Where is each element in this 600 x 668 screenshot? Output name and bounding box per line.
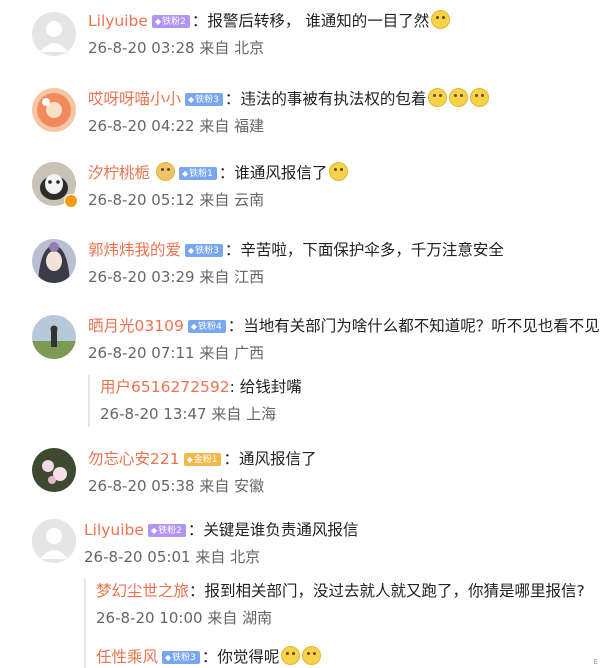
reply-username[interactable]: 梦幻尘世之旅	[96, 582, 189, 600]
reply-username[interactable]: 任性乘风	[96, 648, 158, 666]
reply-meta: 26-8-20 10:00 来自 湖南	[96, 609, 273, 627]
emoji-icon	[428, 88, 448, 107]
avatar[interactable]	[32, 448, 76, 492]
avatar[interactable]	[32, 239, 76, 283]
corner-mark: E	[593, 658, 598, 666]
avatar[interactable]	[32, 519, 76, 563]
emoji-icon	[302, 646, 322, 665]
comment-text: ：辛苦啦，下面保护伞多，千万注意安全	[224, 241, 504, 259]
avatar[interactable]	[32, 12, 76, 56]
username[interactable]: 汐柠桃栀	[88, 164, 150, 182]
comment-text: ：谁通风报信了	[218, 164, 328, 182]
fan-badge[interactable]: ◆铁粉2	[151, 15, 190, 28]
comment-text: ：报警后转移， 谁通知的一目了然	[191, 12, 430, 30]
fan-badge[interactable]: ◆铁粉2	[147, 524, 186, 537]
reply-username[interactable]: 用户6516272592	[100, 378, 230, 396]
reply-thread: 梦幻尘世之旅：报到相关部门，没过去就人就又跑了，你猜是哪里报信? 26-8-20…	[84, 579, 600, 668]
emoji-icon	[449, 88, 469, 107]
fan-badge[interactable]: ◆金粉1	[183, 453, 222, 466]
reply-text: : 给钱封嘴	[229, 378, 302, 396]
verified-icon	[64, 194, 78, 208]
comment-item: 晒月光03109 ◆铁粉4 ：当地有关部门为啥什么都不知道呢？听不见也看不见 26-…	[0, 315, 600, 430]
username[interactable]: 勿忘心安221	[88, 450, 180, 468]
fan-badge[interactable]: ◆铁粉3	[185, 244, 223, 257]
comment-item: 哎呀呀喵小小 ◆铁粉3 ：违法的事被有执法权的包着 26-8-20 04:22 来自…	[0, 88, 600, 148]
comment-text: ：关键是谁负责通风报信	[187, 521, 359, 539]
comment-meta: 26-8-20 03:29 来自 江西	[88, 268, 265, 286]
reply-text: ：报到相关部门，没过去就人就又跑了，你猜是哪里报信?	[189, 582, 585, 600]
comment-text: ：当地有关部门为啥什么都不知道呢？听不见也看不见	[227, 317, 600, 335]
avatar[interactable]	[32, 88, 76, 132]
emoji-icon	[281, 646, 301, 665]
fan-badge[interactable]: ◆铁粉4	[187, 320, 226, 333]
reply-meta: 26-8-20 13:47 来自 上海	[100, 405, 277, 423]
fan-badge[interactable]: ◆铁粉3	[185, 93, 223, 106]
comment-item: 郭炜炜我的爱 ◆铁粉3 ：辛苦啦，下面保护伞多，千万注意安全 26-8-20 03:…	[0, 239, 600, 299]
fan-badge[interactable]: ◆铁粉1	[179, 167, 217, 180]
reply-thread: 用户6516272592: 给钱封嘴 26-8-20 13:47 来自 上海	[88, 375, 600, 427]
username[interactable]: Lilyuibe	[88, 12, 148, 30]
username[interactable]: 晒月光03109	[88, 317, 184, 335]
comment-meta: 26-8-20 05:01 来自 北京	[84, 548, 261, 566]
username[interactable]: Lilyuibe	[84, 521, 144, 539]
comment-meta: 26-8-20 03:28 来自 北京	[88, 39, 265, 57]
comment-meta: 26-8-20 04:22 来自 福建	[88, 117, 265, 135]
username[interactable]: 郭炜炜我的爱	[88, 241, 181, 259]
crown-icon	[156, 162, 176, 181]
avatar[interactable]	[32, 315, 76, 359]
reply-text: ：你觉得呢	[201, 648, 280, 666]
emoji-icon	[329, 162, 349, 181]
comment-item: 汐柠桃栀 ◆铁粉1 ：谁通风报信了 26-8-20 05:12 来自 云南	[0, 162, 600, 222]
comment-meta: 26-8-20 05:12 来自 云南	[88, 191, 265, 209]
username[interactable]: 哎呀呀喵小小	[88, 90, 181, 108]
emoji-icon	[470, 88, 490, 107]
comment-text: ：违法的事被有执法权的包着	[224, 90, 427, 108]
emoji-icon	[431, 10, 451, 29]
comment-item: 勿忘心安221 ◆金粉1 ：通风报信了 26-8-20 05:38 来自 安徽	[0, 448, 600, 508]
comment-item: Lilyuibe ◆铁粉2 ：关键是谁负责通风报信 26-8-20 05:01 来自…	[0, 519, 600, 668]
comment-meta: 26-8-20 05:38 来自 安徽	[88, 477, 265, 495]
fan-badge[interactable]: ◆铁粉3	[162, 651, 200, 664]
comment-text: ：通风报信了	[223, 450, 317, 468]
comment-meta: 26-8-20 07:11 来自 广西	[88, 344, 265, 362]
comment-item: Lilyuibe ◆铁粉2 ：报警后转移， 谁通知的一目了然 26-8-20 03:…	[0, 10, 600, 70]
